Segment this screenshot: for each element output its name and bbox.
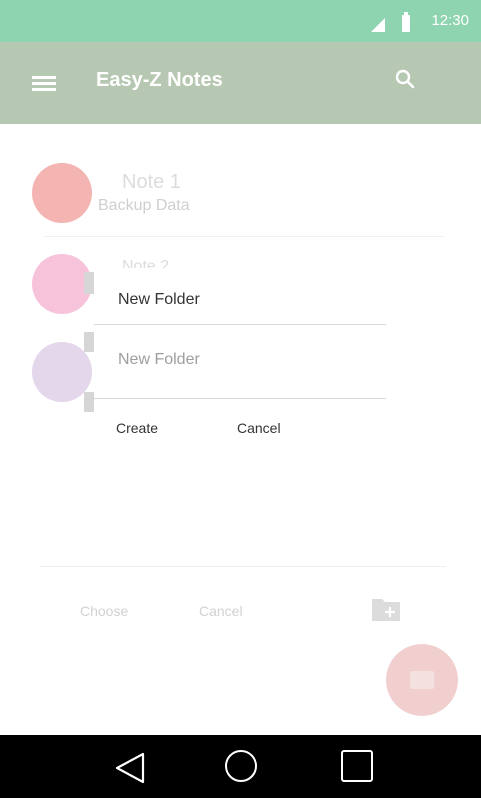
note-title: Note 1	[122, 171, 181, 193]
divider	[44, 236, 444, 237]
dialog-handle	[84, 392, 94, 412]
input-underline	[94, 398, 386, 399]
app-title: Easy-Z Notes	[96, 69, 223, 91]
status-bar: 12:30	[0, 0, 481, 42]
cancel-button[interactable]: Cancel	[237, 420, 281, 436]
choose-button[interactable]: Choose	[80, 603, 128, 619]
list-item[interactable]	[0, 340, 481, 405]
note-subtitle: Backup Data	[98, 197, 190, 214]
folder-name-input[interactable]: New Folder	[118, 351, 200, 369]
home-icon[interactable]	[225, 750, 257, 782]
note-title: Note 2	[122, 258, 170, 268]
list-item[interactable]: Note 1 Backup Data	[0, 155, 481, 240]
search-icon[interactable]	[395, 69, 415, 89]
bottom-cancel-button[interactable]: Cancel	[199, 603, 243, 619]
list-item[interactable]: Note 2	[0, 250, 481, 320]
divider	[40, 566, 446, 567]
battery-icon	[402, 12, 410, 32]
signal-icon	[371, 18, 385, 32]
create-button[interactable]: Create	[116, 420, 158, 436]
avatar	[32, 342, 92, 402]
folder-add-icon	[410, 671, 434, 689]
add-folder-fab[interactable]	[386, 644, 458, 716]
navigation-bar	[0, 735, 481, 798]
back-icon[interactable]	[113, 752, 147, 784]
dialog-divider	[94, 324, 386, 325]
status-time: 12:30	[431, 12, 469, 29]
avatar	[32, 254, 92, 314]
app-bar: Easy-Z Notes	[0, 42, 481, 124]
recent-apps-icon[interactable]	[341, 750, 373, 782]
folder-add-icon[interactable]	[370, 595, 402, 623]
dialog-handle	[84, 332, 94, 352]
menu-icon[interactable]	[32, 76, 56, 92]
dialog-handle	[84, 272, 94, 294]
avatar	[32, 163, 92, 223]
folder-name-value[interactable]: New Folder	[118, 291, 200, 309]
